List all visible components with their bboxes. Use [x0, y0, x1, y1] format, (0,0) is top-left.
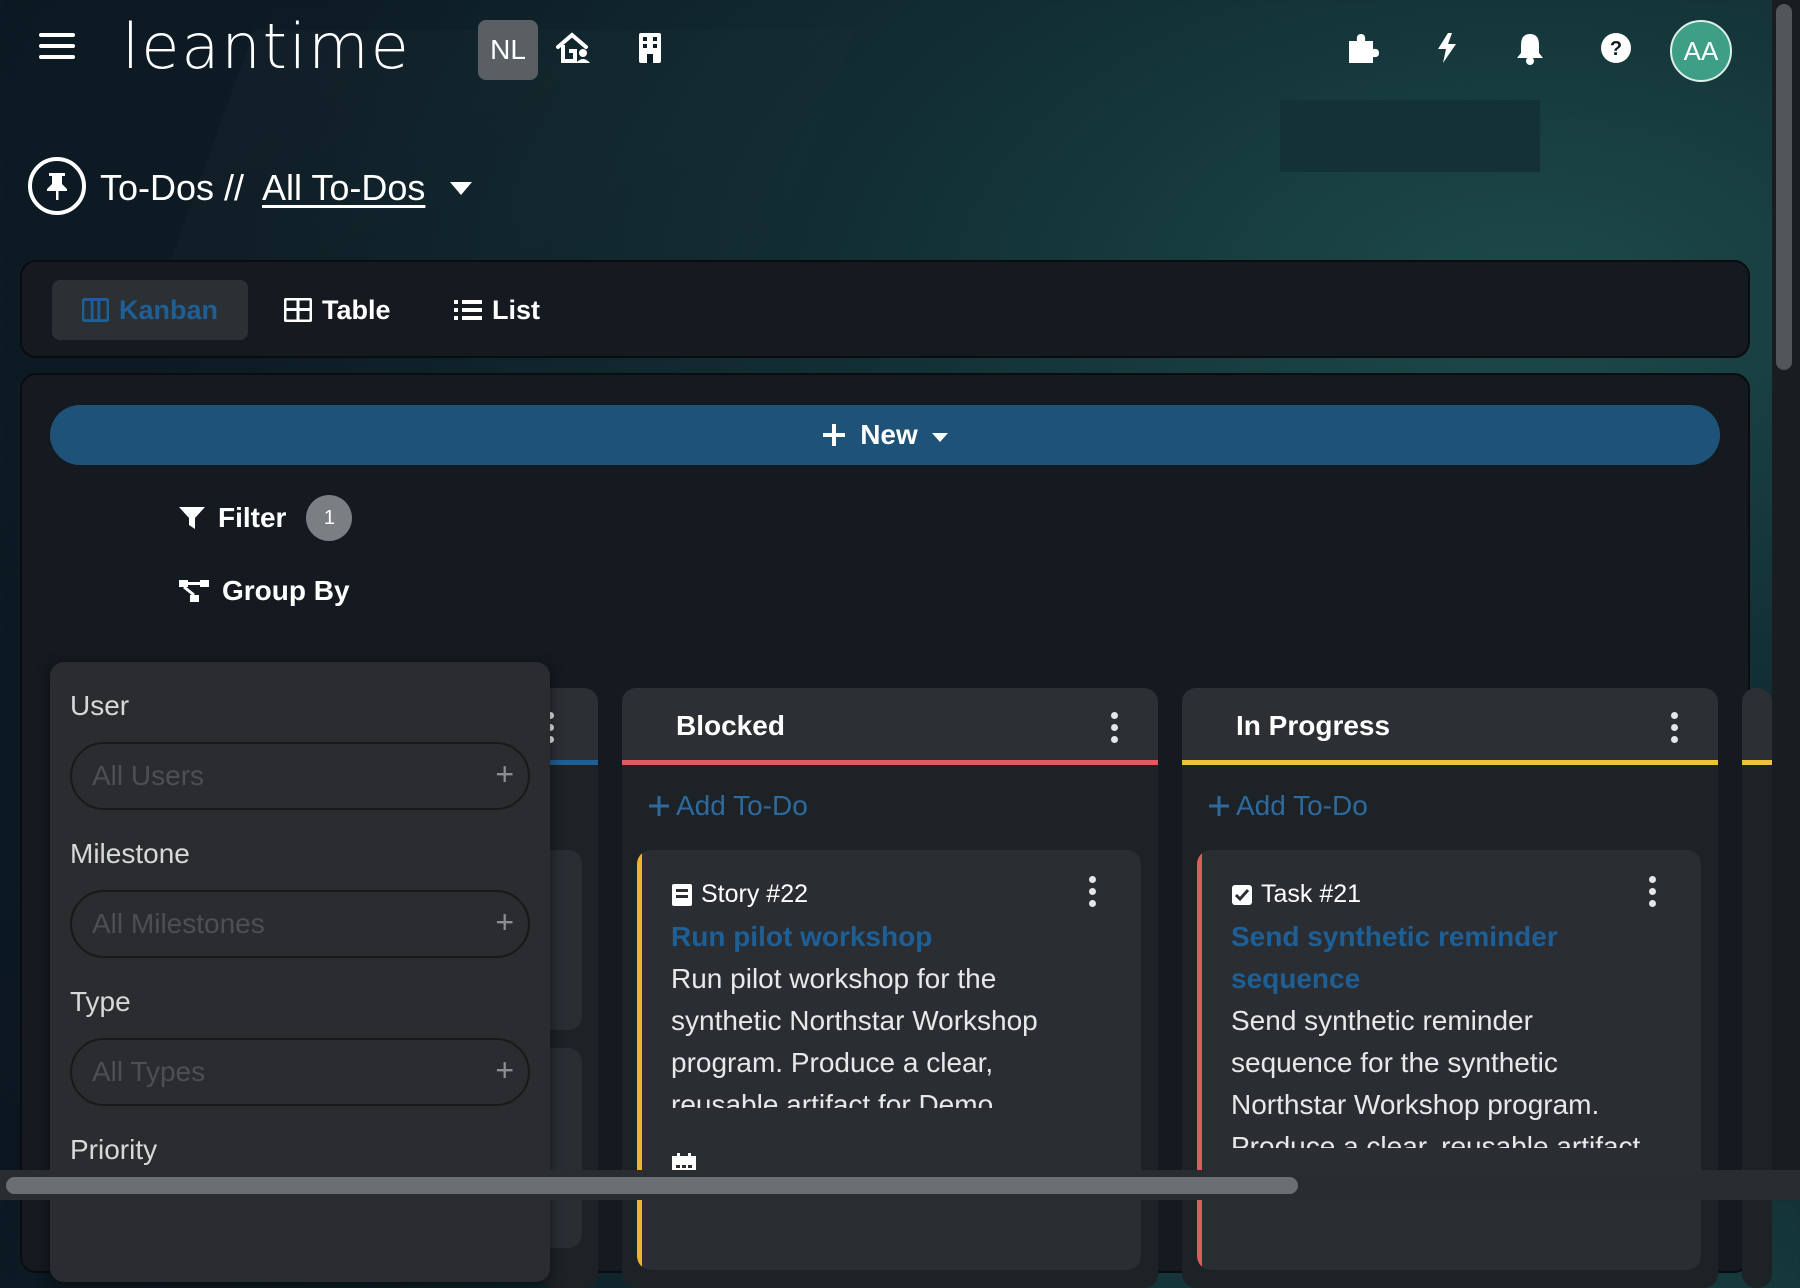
plus-icon [1209, 796, 1229, 816]
filter-button[interactable]: Filter 1 [178, 495, 353, 541]
card-menu-icon[interactable] [1647, 876, 1657, 907]
card-type: Story #22 [671, 880, 808, 909]
background-shape [1280, 100, 1540, 172]
bell-icon[interactable] [1508, 26, 1552, 70]
card-accent [637, 850, 642, 1270]
table-icon [284, 298, 312, 322]
kanban-icon [82, 298, 109, 322]
tab-list[interactable]: List [424, 280, 570, 340]
list-icon [454, 300, 482, 320]
tab-table[interactable]: Table [254, 280, 421, 340]
column-header [1742, 688, 1772, 764]
user-filter-select[interactable]: All Users + [70, 742, 530, 810]
column-menu-icon[interactable] [1109, 712, 1119, 743]
column-title: Blocked [676, 710, 785, 741]
card-description: Run pilot workshop for the synthetic Nor… [671, 963, 1038, 1108]
group-by-label: Group By [222, 575, 350, 606]
story-icon [672, 883, 692, 906]
tab-kanban[interactable]: Kanban [52, 280, 248, 340]
filter-icon [179, 507, 205, 529]
tab-label: Kanban [118, 294, 218, 325]
page-title-prefix: To-Dos // [100, 167, 245, 208]
card-title[interactable]: Send synthetic reminder sequence [1231, 916, 1631, 1000]
filter-label: Filter [218, 502, 287, 533]
group-by-button[interactable]: Group By [178, 575, 350, 607]
card-type-label: Task #21 [1261, 880, 1362, 908]
select-placeholder: All Users [92, 760, 205, 791]
new-button-label: New [860, 419, 918, 450]
add-todo-label: Add To-Do [676, 790, 808, 821]
column-title: In Progress [1236, 710, 1391, 741]
select-placeholder: All Types [92, 1056, 206, 1087]
column-menu-icon[interactable] [1669, 712, 1679, 743]
plus-icon: + [495, 904, 514, 940]
bolt-icon[interactable] [1425, 26, 1469, 70]
column-header: Blocked [622, 688, 1158, 764]
tab-label: List [492, 294, 541, 325]
card-menu-icon[interactable] [1087, 876, 1097, 907]
card-description: Send synthetic reminder sequence for the… [1231, 1005, 1641, 1148]
column-header: In Progress [1182, 688, 1718, 764]
chevron-down-icon[interactable] [450, 182, 472, 195]
filter-user-label: User [70, 690, 130, 721]
column-accent-line [1182, 760, 1718, 765]
page-title-link[interactable]: All To-Dos [262, 167, 425, 209]
add-todo-label: Add To-Do [1236, 790, 1368, 821]
type-filter-select[interactable]: All Types + [70, 1038, 530, 1106]
tab-label: Table [322, 294, 391, 325]
vertical-scrollbar-thumb[interactable] [1776, 4, 1792, 370]
filter-priority-label: Priority [70, 1134, 158, 1165]
workspace-badge[interactable]: NL [478, 20, 538, 80]
house-user-icon[interactable] [552, 26, 596, 70]
card-type: Task #21 [1231, 880, 1361, 909]
add-todo-button[interactable]: Add To-Do [1208, 790, 1368, 822]
kanban-card[interactable]: Story #22 Run pilot workshop Run pilot w… [637, 850, 1141, 1270]
filter-count-badge: 1 [306, 495, 353, 541]
card-accent [1197, 850, 1202, 1270]
new-button[interactable]: New [50, 405, 1720, 465]
menu-icon[interactable] [39, 33, 75, 65]
column-accent-line [1742, 760, 1772, 765]
sitemap-icon [179, 580, 209, 602]
plus-icon: + [495, 1052, 514, 1088]
caret-down-icon [931, 432, 948, 442]
column-accent-line [622, 760, 1158, 765]
plus-icon: + [495, 756, 514, 792]
filter-type-label: Type [70, 986, 131, 1017]
kanban-card[interactable]: Task #21 Send synthetic reminder sequenc… [1197, 850, 1701, 1270]
card-title[interactable]: Run pilot workshop [671, 916, 1071, 958]
pin-icon [28, 157, 86, 215]
card-type-label: Story #22 [701, 880, 809, 908]
building-icon[interactable] [628, 26, 672, 70]
add-todo-button[interactable]: Add To-Do [648, 790, 808, 822]
leantime-logo[interactable]: leantime [122, 10, 411, 83]
plus-icon [649, 796, 669, 816]
puzzle-icon[interactable] [1340, 26, 1384, 70]
task-checkbox-icon [1232, 884, 1252, 905]
svg-text:?: ? [1610, 38, 1622, 60]
filter-milestone-label: Milestone [70, 838, 190, 869]
help-icon[interactable]: ? [1594, 26, 1638, 70]
plus-icon [823, 424, 846, 446]
select-placeholder: All Milestones [92, 908, 265, 939]
horizontal-scrollbar-thumb[interactable] [6, 1177, 1298, 1194]
view-switcher: Kanban Table List [20, 260, 1750, 358]
milestone-filter-select[interactable]: All Milestones + [70, 890, 530, 958]
avatar[interactable]: AA [1670, 20, 1732, 82]
